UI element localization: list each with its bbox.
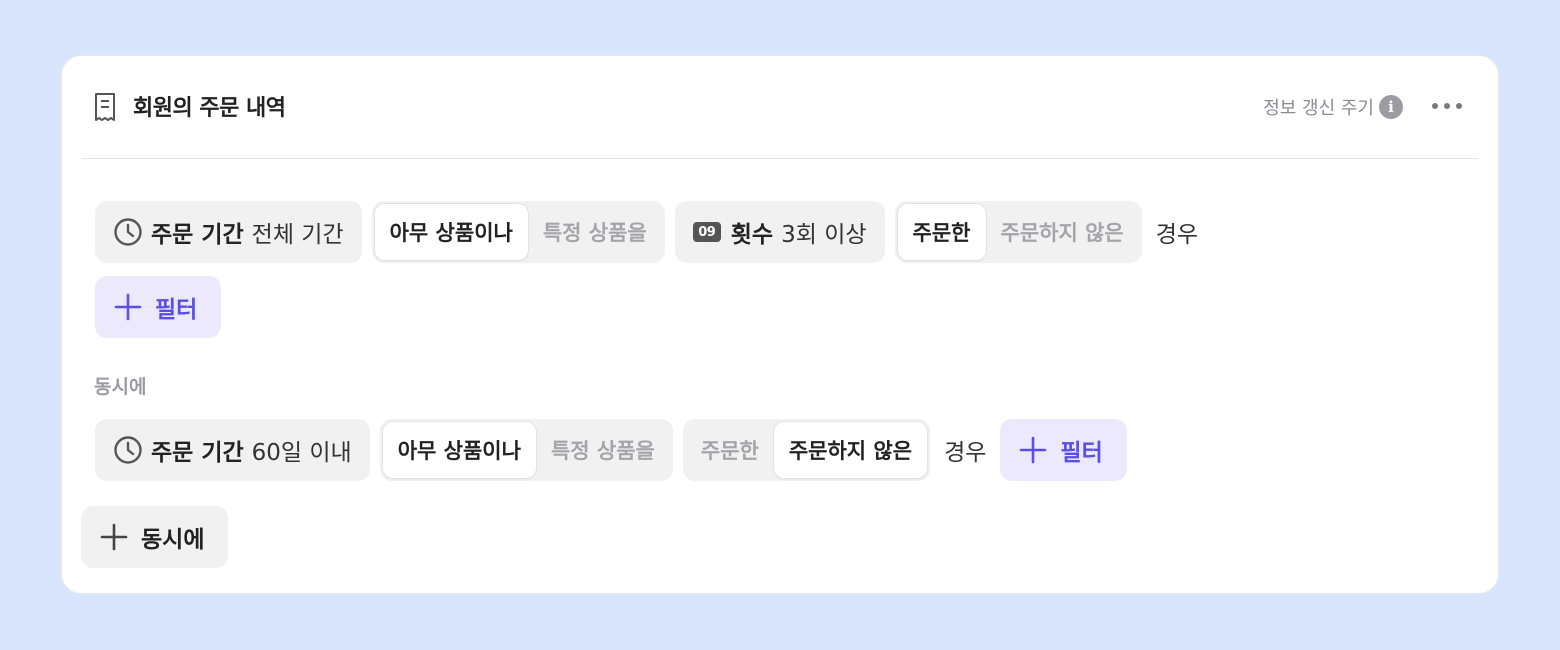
clock-icon [114, 436, 142, 464]
plus-icon [1020, 436, 1047, 464]
add-filter-button[interactable]: 필터 [1000, 419, 1127, 481]
product-any-option[interactable]: 아무 상품이나 [382, 422, 536, 478]
product-specific-option[interactable]: 특정 상품을 [528, 204, 662, 260]
and-separator-label: 동시에 [94, 376, 147, 398]
refresh-interval-link[interactable]: 정보 갱신 주기 i [1263, 94, 1403, 120]
add-filter-label: 필터 [155, 297, 198, 323]
more-dot [1456, 103, 1462, 109]
ordered-option[interactable]: 주문한 [686, 422, 774, 478]
card-header: 회원의 주문 내역 정보 갱신 주기 i [82, 56, 1478, 159]
filter-row-1: 필터 [95, 276, 222, 338]
condition-row-1: 주문 기간 전체 기간 아무 상품이나 특정 상품을 09 횟수 3회 이상 주… [95, 201, 1202, 263]
add-and-condition-button[interactable]: 동시에 [81, 506, 229, 568]
product-scope-segment: 아무 상품이나 특정 상품을 [379, 419, 673, 481]
more-dot [1444, 103, 1450, 109]
add-and-label: 동시에 [141, 527, 205, 553]
order-period-value: 전체 기간 [251, 222, 344, 248]
ordered-status-segment: 주문한 주문하지 않은 [894, 201, 1142, 263]
order-period-key: 주문 기간 [151, 222, 244, 248]
order-period-chip[interactable]: 주문 기간 전체 기간 [95, 201, 362, 263]
order-count-chip[interactable]: 09 횟수 3회 이상 [674, 201, 885, 263]
plus-icon [100, 523, 128, 551]
refresh-interval-label: 정보 갱신 주기 [1263, 98, 1374, 119]
not-ordered-option[interactable]: 주문하지 않은 [773, 422, 928, 478]
order-period-chip[interactable]: 주문 기간 60일 이내 [95, 419, 370, 481]
not-ordered-option[interactable]: 주문하지 않은 [986, 204, 1139, 260]
more-dot [1432, 103, 1438, 109]
condition-suffix: 경우 [944, 440, 987, 466]
condition-row-2: 주문 기간 60일 이내 아무 상품이나 특정 상품을 주문한 주문하지 않은 … [95, 419, 1127, 481]
ordered-status-segment: 주문한 주문하지 않은 [682, 419, 931, 481]
condition-suffix: 경우 [1155, 222, 1199, 248]
add-filter-label: 필터 [1060, 440, 1103, 466]
more-icon[interactable] [1432, 96, 1462, 116]
order-count-key: 횟수 [730, 222, 774, 248]
receipt-icon [95, 93, 115, 121]
info-icon[interactable]: i [1379, 95, 1403, 119]
ordered-option[interactable]: 주문한 [897, 204, 986, 260]
order-history-card: 회원의 주문 내역 정보 갱신 주기 i 주문 기간 전체 기간 아무 상품이나… [61, 55, 1499, 594]
add-filter-button[interactable]: 필터 [95, 276, 222, 338]
order-period-value: 60일 이내 [251, 440, 352, 466]
order-count-value: 3회 이상 [781, 222, 867, 248]
clock-icon [114, 218, 142, 246]
product-scope-segment: 아무 상품이나 특정 상품을 [371, 201, 665, 263]
card-title: 회원의 주문 내역 [133, 96, 286, 121]
order-period-key: 주문 기간 [151, 440, 244, 466]
count-badge-icon: 09 [692, 222, 721, 242]
add-and-row: 동시에 [81, 506, 229, 568]
product-specific-option[interactable]: 특정 상품을 [536, 422, 670, 478]
product-any-option[interactable]: 아무 상품이나 [374, 204, 528, 260]
plus-icon [114, 293, 142, 321]
